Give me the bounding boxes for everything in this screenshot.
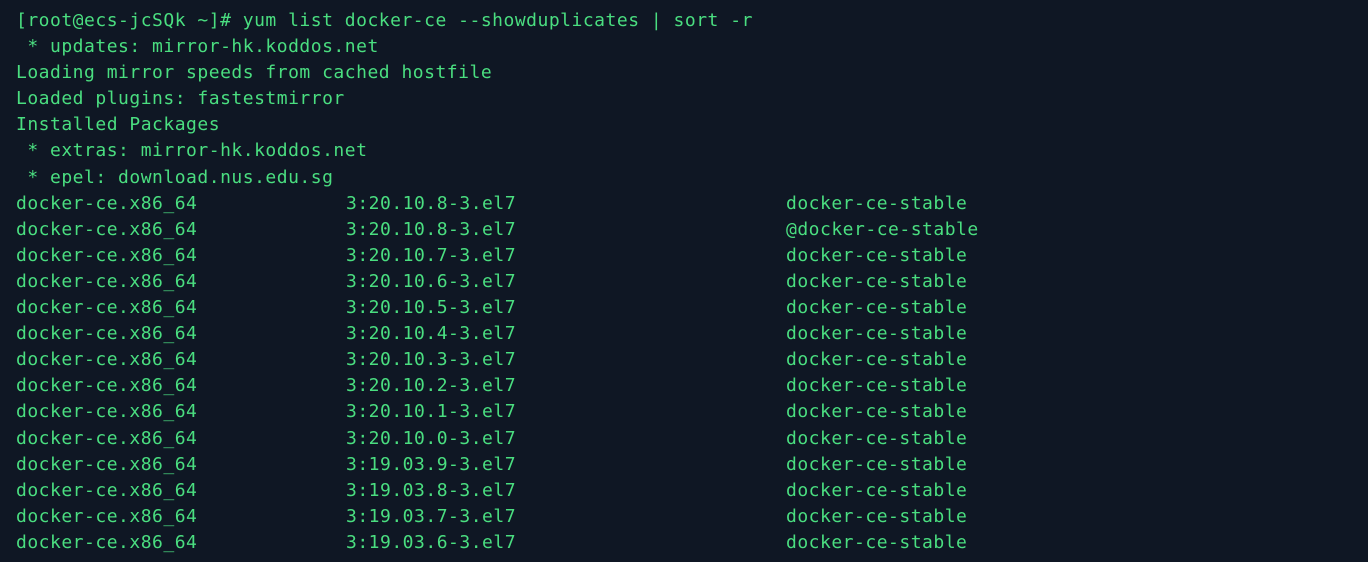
package-version: 3:19.03.7-3.el7 [346,504,786,530]
package-row: docker-ce.x86_643:20.10.1-3.el7docker-ce… [16,399,1352,425]
package-row: docker-ce.x86_643:19.03.6-3.el7docker-ce… [16,530,1352,556]
package-name: docker-ce.x86_64 [16,191,346,217]
package-version: 3:20.10.0-3.el7 [346,426,786,452]
package-repo: docker-ce-stable [786,373,967,399]
package-version: 3:20.10.7-3.el7 [346,243,786,269]
package-version: 3:20.10.2-3.el7 [346,373,786,399]
output-line: Loaded plugins: fastestmirror [16,86,1352,112]
package-name: docker-ce.x86_64 [16,426,346,452]
package-row: docker-ce.x86_643:20.10.0-3.el7docker-ce… [16,426,1352,452]
package-repo: docker-ce-stable [786,399,967,425]
package-version: 3:20.10.1-3.el7 [346,399,786,425]
package-name: docker-ce.x86_64 [16,478,346,504]
package-repo: docker-ce-stable [786,426,967,452]
package-name: docker-ce.x86_64 [16,504,346,530]
package-name: docker-ce.x86_64 [16,295,346,321]
package-repo: docker-ce-stable [786,478,967,504]
output-line: Installed Packages [16,112,1352,138]
output-line: * epel: download.nus.edu.sg [16,165,1352,191]
package-name: docker-ce.x86_64 [16,269,346,295]
package-repo: docker-ce-stable [786,347,967,373]
package-name: docker-ce.x86_64 [16,321,346,347]
package-row: docker-ce.x86_643:19.03.9-3.el7docker-ce… [16,452,1352,478]
package-version: 3:19.03.9-3.el7 [346,452,786,478]
package-repo: docker-ce-stable [786,269,967,295]
package-version: 3:20.10.8-3.el7 [346,217,786,243]
package-repo: docker-ce-stable [786,452,967,478]
package-version: 3:20.10.8-3.el7 [346,191,786,217]
package-row: docker-ce.x86_643:19.03.8-3.el7docker-ce… [16,478,1352,504]
package-name: docker-ce.x86_64 [16,452,346,478]
package-version: 3:19.03.8-3.el7 [346,478,786,504]
package-row: docker-ce.x86_643:20.10.8-3.el7docker-ce… [16,191,1352,217]
package-row: docker-ce.x86_643:20.10.8-3.el7@docker-c… [16,217,1352,243]
package-list: docker-ce.x86_643:20.10.8-3.el7docker-ce… [16,191,1352,556]
package-row: docker-ce.x86_643:20.10.6-3.el7docker-ce… [16,269,1352,295]
package-row: docker-ce.x86_643:20.10.4-3.el7docker-ce… [16,321,1352,347]
package-name: docker-ce.x86_64 [16,347,346,373]
package-version: 3:20.10.3-3.el7 [346,347,786,373]
package-repo: docker-ce-stable [786,504,967,530]
package-repo: docker-ce-stable [786,321,967,347]
output-line: * updates: mirror-hk.koddos.net [16,34,1352,60]
package-version: 3:20.10.6-3.el7 [346,269,786,295]
package-version: 3:20.10.4-3.el7 [346,321,786,347]
output-line: Loading mirror speeds from cached hostfi… [16,60,1352,86]
package-repo: docker-ce-stable [786,243,967,269]
output-line: * extras: mirror-hk.koddos.net [16,138,1352,164]
command-prompt[interactable]: [root@ecs-jcSQk ~]# yum list docker-ce -… [16,8,1352,34]
package-repo: docker-ce-stable [786,191,967,217]
terminal-output: [root@ecs-jcSQk ~]# yum list docker-ce -… [16,8,1352,556]
package-row: docker-ce.x86_643:20.10.2-3.el7docker-ce… [16,373,1352,399]
package-name: docker-ce.x86_64 [16,243,346,269]
package-row: docker-ce.x86_643:20.10.5-3.el7docker-ce… [16,295,1352,321]
package-name: docker-ce.x86_64 [16,399,346,425]
package-name: docker-ce.x86_64 [16,530,346,556]
package-name: docker-ce.x86_64 [16,373,346,399]
package-version: 3:19.03.6-3.el7 [346,530,786,556]
package-row: docker-ce.x86_643:19.03.7-3.el7docker-ce… [16,504,1352,530]
package-version: 3:20.10.5-3.el7 [346,295,786,321]
package-row: docker-ce.x86_643:20.10.3-3.el7docker-ce… [16,347,1352,373]
package-repo: @docker-ce-stable [786,217,979,243]
package-row: docker-ce.x86_643:20.10.7-3.el7docker-ce… [16,243,1352,269]
package-repo: docker-ce-stable [786,295,967,321]
package-repo: docker-ce-stable [786,530,967,556]
package-name: docker-ce.x86_64 [16,217,346,243]
